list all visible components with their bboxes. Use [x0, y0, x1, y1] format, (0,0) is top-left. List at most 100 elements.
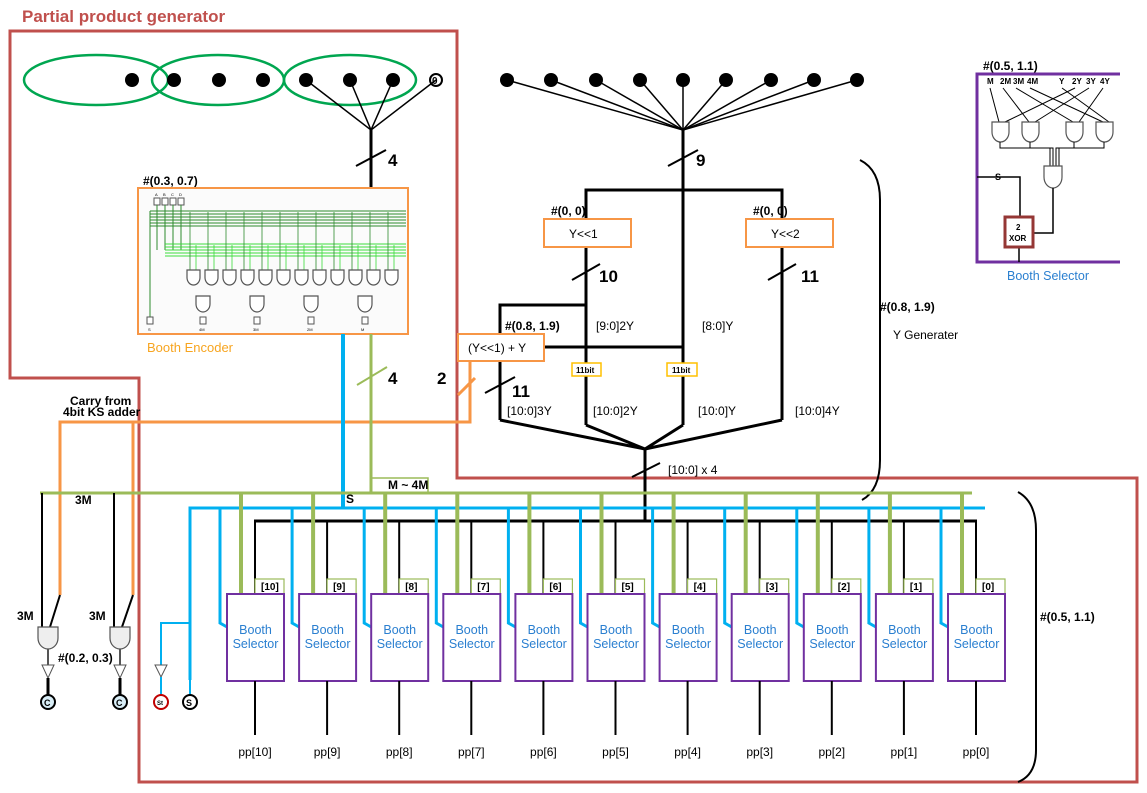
inset-s-label: S — [995, 172, 1001, 182]
booth-selector-7: [3] BoothSelector pp[3] — [723, 493, 790, 759]
inset-tag: #(0.5, 1.1) — [983, 59, 1038, 73]
bit-index: [2] — [838, 582, 850, 593]
m3-label-b: 3M — [89, 609, 106, 623]
input-pin-icon — [153, 197, 161, 206]
bit-dot — [256, 73, 270, 87]
bit-index: [7] — [477, 582, 489, 593]
bit-index: [1] — [910, 582, 922, 593]
inset-label: Booth Selector — [1007, 269, 1089, 283]
bit-dot — [212, 73, 226, 87]
output-pin-icon — [199, 316, 207, 325]
selector-name-2: Selector — [665, 637, 711, 651]
buffer-icon — [113, 664, 127, 680]
encoder-input-label: A — [155, 192, 158, 197]
bit-index: [10] — [261, 582, 279, 593]
and-gate-icon — [249, 295, 265, 313]
booth-selector-8: [2] BoothSelector pp[2] — [795, 493, 862, 759]
adder-label: (Y<<1) + Y — [468, 341, 526, 355]
selector-name-1: Booth — [600, 623, 633, 637]
carry-label-2: 4bit KS adder — [63, 405, 141, 419]
label-3y: [10:0]3Y — [507, 404, 552, 418]
booth-selector-0: [10] BoothSelector pp[10] — [218, 493, 285, 759]
inset-input-label: 2Y — [1072, 77, 1082, 86]
xor-label-1: 2 — [1016, 223, 1021, 232]
partial-product-output: pp[3] — [746, 745, 773, 759]
partial-product-output: pp[0] — [963, 745, 990, 759]
encoder-output-label: 3M — [253, 327, 259, 332]
and-gate-icon — [1021, 121, 1040, 143]
selectors-tag: #(0.5, 1.1) — [1040, 610, 1095, 624]
ygen-tag: #(0.8, 1.9) — [880, 300, 935, 314]
bit-index: [4] — [694, 582, 706, 593]
bit-dot — [764, 73, 778, 87]
and-gate-icon — [222, 269, 237, 286]
m3-label-a: 3M — [17, 609, 34, 623]
and-gate-icon — [991, 121, 1010, 143]
partial-product-output: pp[4] — [674, 745, 701, 759]
partial-product-output: pp[7] — [458, 745, 485, 759]
shift2-tag: #(0, 0) — [753, 204, 788, 218]
and-gate-icon — [1095, 121, 1114, 143]
bit-index: [5] — [622, 582, 634, 593]
carry-output-label: C — [116, 698, 123, 708]
bit-dot — [125, 73, 139, 87]
and-gate-icon — [384, 269, 399, 286]
shift1-label: Y<<1 — [569, 227, 598, 241]
booth-selector-6: [4] BoothSelector pp[4] — [651, 493, 718, 759]
bit-index: [9] — [333, 582, 345, 593]
bit-dot — [719, 73, 733, 87]
output-pin-icon — [307, 316, 315, 325]
encoder-input-label: C — [171, 192, 174, 197]
bus-width-11: 11 — [801, 267, 819, 286]
selector-name-1: Booth — [960, 623, 993, 637]
label-2y: [10:0]2Y — [593, 404, 638, 418]
and-gate-icon — [204, 269, 219, 286]
encoder-tag: #(0.3, 0.7) — [143, 174, 198, 188]
partial-product-output: pp[5] — [602, 745, 629, 759]
partial-product-output: pp[8] — [386, 745, 413, 759]
selector-name-1: Booth — [383, 623, 416, 637]
and-gate-icon — [303, 295, 319, 313]
selector-name-2: Selector — [521, 637, 567, 651]
m-bus-label: M ~ 4M — [388, 478, 428, 492]
encoder-output-label: M — [361, 327, 364, 332]
bit-dot — [850, 73, 864, 87]
and-gate-icon — [240, 269, 255, 286]
and-gate-icon — [348, 269, 363, 286]
bus-width-10: 10 — [599, 267, 618, 286]
ext-label-2y: 11bit — [576, 366, 595, 375]
buffer-icon — [154, 664, 168, 679]
output-pin-icon — [146, 316, 154, 325]
inset-input-label: 3M — [1013, 77, 1024, 86]
encoder-output-label: 2M — [307, 327, 313, 332]
partial-product-output: pp[2] — [818, 745, 845, 759]
label-4y: [10:0]4Y — [795, 404, 840, 418]
selector-name-2: Selector — [809, 637, 855, 651]
input-pin-icon — [169, 197, 177, 206]
and-gate-icon — [37, 626, 59, 650]
booth-selector-10: [0] BoothSelector pp[0] — [939, 493, 1006, 759]
label-y: [10:0]Y — [698, 404, 736, 418]
encoder-output-label: 4M — [199, 327, 205, 332]
encoder-label: Booth Encoder — [147, 340, 234, 355]
ext-label-y: 11bit — [672, 366, 691, 375]
bit-dot — [633, 73, 647, 87]
s-label: S — [186, 698, 192, 708]
add-tag: #(0.8, 1.9) — [505, 319, 560, 333]
and-gate-icon — [195, 295, 211, 313]
bit-index: [0] — [982, 582, 994, 593]
bit-index: [8] — [405, 582, 417, 593]
shift1-tag: #(0, 0) — [551, 204, 586, 218]
partial-product-generator-diagram: Partial product generator 0 4 #(0.3, 0.7… — [8, 7, 1139, 784]
label-8-0-y: [8:0]Y — [702, 319, 733, 333]
selector-name-1: Booth — [888, 623, 921, 637]
bus-width-9: 9 — [696, 151, 705, 170]
shift2-label: Y<<2 — [771, 227, 800, 241]
selector-name-2: Selector — [881, 637, 927, 651]
booth-selector-9: [1] BoothSelector pp[1] — [867, 493, 934, 759]
partial-product-output: pp[6] — [530, 745, 557, 759]
carry-width: 2 — [437, 369, 446, 388]
bit-index: [3] — [766, 582, 778, 593]
and-gate-icon — [312, 269, 327, 286]
selector-name-1: Booth — [528, 623, 561, 637]
